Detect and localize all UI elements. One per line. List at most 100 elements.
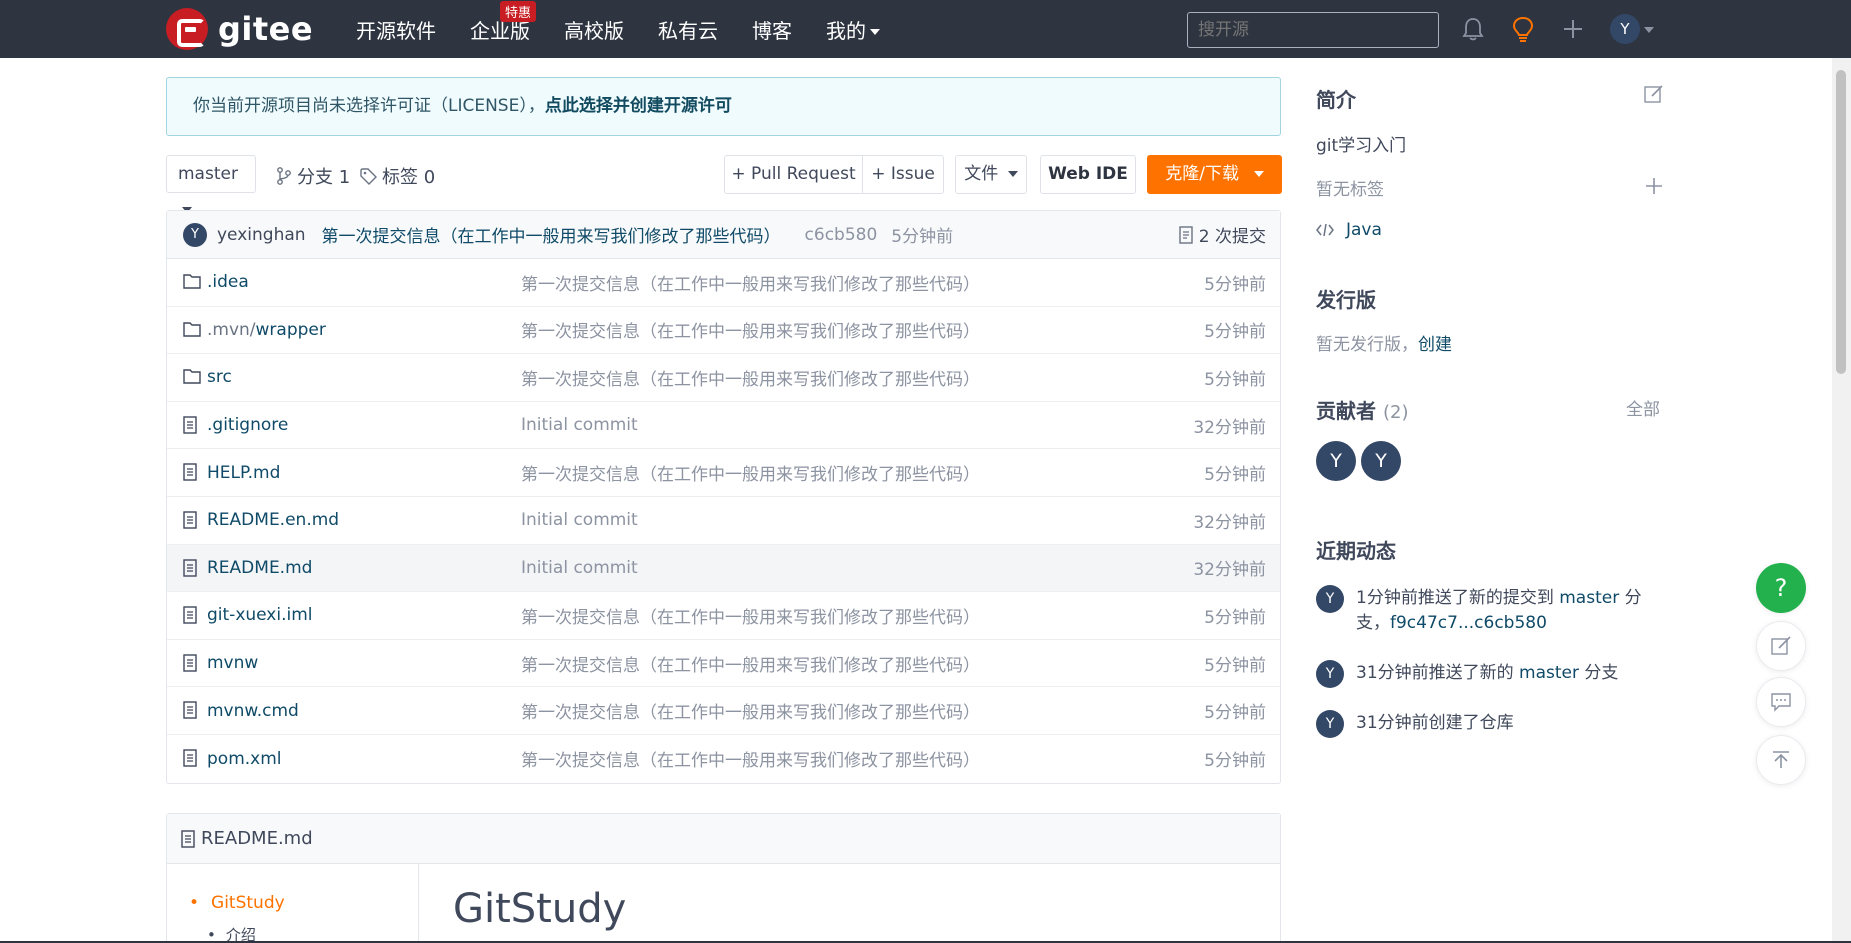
file-name-link[interactable]: pom.xml bbox=[207, 749, 282, 769]
chevron-down-icon bbox=[1253, 171, 1264, 177]
file-row[interactable]: mvnw.cmd 第一次提交信息（在工作中一般用来写我们修改了那些代码） 5分钟前 bbox=[167, 687, 1280, 735]
no-release-text: 暂无发行版， bbox=[1316, 335, 1418, 355]
file-commit-time: 5分钟前 bbox=[1204, 703, 1266, 724]
file-commit-message[interactable]: 第一次提交信息（在工作中一般用来写我们修改了那些代码） bbox=[521, 365, 980, 390]
create-license-link[interactable]: 点此选择并创建开源许可 bbox=[545, 96, 732, 116]
chevron-down-icon[interactable] bbox=[1644, 27, 1654, 33]
file-commit-message[interactable]: 第一次提交信息（在工作中一般用来写我们修改了那些代码） bbox=[521, 460, 980, 485]
nav-mine-dropdown[interactable]: 我的 bbox=[826, 15, 880, 44]
intro-text: git学习入门 bbox=[1316, 136, 1407, 156]
file-row[interactable]: README.md Initial commit 32分钟前 bbox=[167, 544, 1280, 593]
create-release-link[interactable]: 创建 bbox=[1418, 335, 1452, 355]
file-commit-message[interactable]: Initial commit bbox=[521, 510, 638, 530]
file-commit-message[interactable]: 第一次提交信息（在工作中一般用来写我们修改了那些代码） bbox=[521, 746, 980, 771]
file-name-link[interactable]: .idea bbox=[207, 272, 249, 292]
activity-text: 31分钟前推送了新的 master 分支 bbox=[1356, 661, 1618, 688]
issue-button[interactable]: + Issue bbox=[862, 155, 944, 194]
contributors-title-label: 贡献者 bbox=[1316, 399, 1376, 423]
notification-bell-icon[interactable] bbox=[1458, 14, 1488, 44]
activity-avatar[interactable]: Y bbox=[1316, 710, 1344, 738]
tags-count: 标签 0 bbox=[382, 167, 436, 188]
activity-item: Y 31分钟前创建了仓库 bbox=[1316, 710, 1514, 738]
user-avatar[interactable]: Y bbox=[1610, 14, 1640, 44]
file-name-link[interactable]: .gitignore bbox=[207, 415, 288, 435]
file-name-link[interactable]: mvnw bbox=[207, 653, 258, 673]
file-name: README.md bbox=[207, 557, 313, 578]
activity-avatar[interactable]: Y bbox=[1316, 660, 1344, 688]
file-name-link[interactable]: README.md bbox=[207, 558, 312, 578]
promo-badge: 特惠 bbox=[499, 0, 536, 22]
file-name-link[interactable]: mvnw.cmd bbox=[207, 701, 299, 721]
pull-request-button[interactable]: + Pull Request bbox=[724, 155, 863, 194]
file-row[interactable]: src 第一次提交信息（在工作中一般用来写我们修改了那些代码） 5分钟前 bbox=[167, 354, 1280, 402]
activity-commit-range-link[interactable]: f9c47c7...c6cb580 bbox=[1390, 613, 1547, 633]
search-input[interactable] bbox=[1187, 12, 1439, 48]
help-button[interactable]: ? bbox=[1756, 563, 1806, 613]
branch-select[interactable]: master bbox=[166, 155, 256, 213]
scrollbar-thumb[interactable] bbox=[1836, 70, 1846, 374]
language-label: Java bbox=[1346, 220, 1382, 240]
file-icon bbox=[183, 606, 197, 629]
file-name-link[interactable]: .mvn/wrapper bbox=[207, 320, 326, 340]
file-commit-message[interactable]: 第一次提交信息（在工作中一般用来写我们修改了那些代码） bbox=[521, 698, 980, 723]
file-name-link[interactable]: git-xuexi.iml bbox=[207, 605, 313, 625]
file-commit-message[interactable]: Initial commit bbox=[521, 415, 638, 435]
commit-author-avatar[interactable]: Y bbox=[183, 222, 207, 247]
web-ide-button[interactable]: Web IDE bbox=[1040, 155, 1136, 194]
contributors-count: (2) bbox=[1382, 402, 1409, 423]
tag-icon bbox=[360, 167, 377, 185]
file-name-link[interactable]: src bbox=[207, 367, 232, 387]
activity-branch-link[interactable]: master bbox=[1519, 663, 1579, 683]
file-row[interactable]: README.en.md Initial commit 32分钟前 bbox=[167, 497, 1280, 545]
nav-education[interactable]: 高校版 bbox=[564, 15, 624, 44]
clone-download-button[interactable]: 克隆/下载 bbox=[1147, 155, 1282, 194]
back-to-top-button[interactable] bbox=[1756, 735, 1806, 785]
file-commit-message[interactable]: 第一次提交信息（在工作中一般用来写我们修改了那些代码） bbox=[521, 317, 980, 342]
branches-link[interactable]: 分支 1 bbox=[276, 163, 350, 189]
file-commit-message[interactable]: 第一次提交信息（在工作中一般用来写我们修改了那些代码） bbox=[521, 603, 980, 628]
commit-hash[interactable]: c6cb580 bbox=[805, 225, 878, 245]
file-row[interactable]: HELP.md 第一次提交信息（在工作中一般用来写我们修改了那些代码） 5分钟前 bbox=[167, 449, 1280, 497]
folder-icon bbox=[183, 273, 201, 294]
file-row[interactable]: mvnw 第一次提交信息（在工作中一般用来写我们修改了那些代码） 5分钟前 bbox=[167, 640, 1280, 688]
commit-count-link[interactable]: 2 次提交 bbox=[1179, 222, 1266, 247]
contributors-all-link[interactable]: 全部 bbox=[1626, 395, 1660, 420]
commit-author[interactable]: yexinghan bbox=[217, 225, 306, 245]
file-commit-message[interactable]: 第一次提交信息（在工作中一般用来写我们修改了那些代码） bbox=[521, 270, 980, 295]
file-row[interactable]: .mvn/wrapper 第一次提交信息（在工作中一般用来写我们修改了那些代码） 5… bbox=[167, 307, 1280, 355]
file-row[interactable]: git-xuexi.iml 第一次提交信息（在工作中一般用来写我们修改了那些代码）… bbox=[167, 592, 1280, 640]
file-name-link[interactable]: README.en.md bbox=[207, 510, 339, 530]
add-tag-icon[interactable] bbox=[1645, 177, 1663, 195]
language-item[interactable]: Java bbox=[1316, 220, 1382, 240]
release-title: 发行版 bbox=[1316, 288, 1376, 312]
edit-icon[interactable] bbox=[1644, 84, 1664, 104]
file-name: pom.xml bbox=[207, 748, 282, 769]
file-commit-message[interactable]: Initial commit bbox=[521, 558, 638, 578]
gitee-logo[interactable]: gitee bbox=[166, 8, 313, 50]
file-commit-time: 5分钟前 bbox=[1204, 465, 1266, 486]
nav-enterprise[interactable]: 企业版 特惠 bbox=[470, 0, 536, 44]
feedback-button[interactable] bbox=[1756, 621, 1806, 671]
plus-icon[interactable] bbox=[1558, 14, 1588, 44]
file-name: mvnw.cmd bbox=[207, 700, 299, 721]
lightbulb-icon[interactable] bbox=[1508, 14, 1538, 44]
tags-link[interactable]: 标签 0 bbox=[360, 163, 435, 189]
file-menu-button[interactable]: 文件 bbox=[955, 155, 1027, 194]
toc-item[interactable]: GitStudy bbox=[189, 893, 285, 913]
contributor-avatar[interactable]: Y bbox=[1361, 441, 1401, 481]
contributor-avatar[interactable]: Y bbox=[1316, 441, 1356, 481]
file-row[interactable]: .gitignore Initial commit 32分钟前 bbox=[167, 402, 1280, 450]
activity-branch-link[interactable]: master bbox=[1559, 588, 1619, 608]
file-name-link[interactable]: HELP.md bbox=[207, 463, 280, 483]
file-name-parent: .mvn/ bbox=[207, 319, 256, 340]
activity-avatar[interactable]: Y bbox=[1316, 585, 1344, 613]
commit-message[interactable]: 第一次提交信息（在工作中一般用来写我们修改了那些代码） bbox=[322, 222, 781, 247]
nav-blog[interactable]: 博客 bbox=[752, 15, 792, 44]
readme-title: GitStudy bbox=[453, 886, 627, 932]
nav-open-source[interactable]: 开源软件 bbox=[356, 15, 436, 44]
comment-button[interactable] bbox=[1756, 677, 1806, 727]
file-commit-message[interactable]: 第一次提交信息（在工作中一般用来写我们修改了那些代码） bbox=[521, 651, 980, 676]
nav-private-cloud[interactable]: 私有云 bbox=[658, 15, 718, 44]
file-row[interactable]: pom.xml 第一次提交信息（在工作中一般用来写我们修改了那些代码） 5分钟前 bbox=[167, 735, 1280, 783]
file-row[interactable]: .idea 第一次提交信息（在工作中一般用来写我们修改了那些代码） 5分钟前 bbox=[167, 259, 1280, 307]
